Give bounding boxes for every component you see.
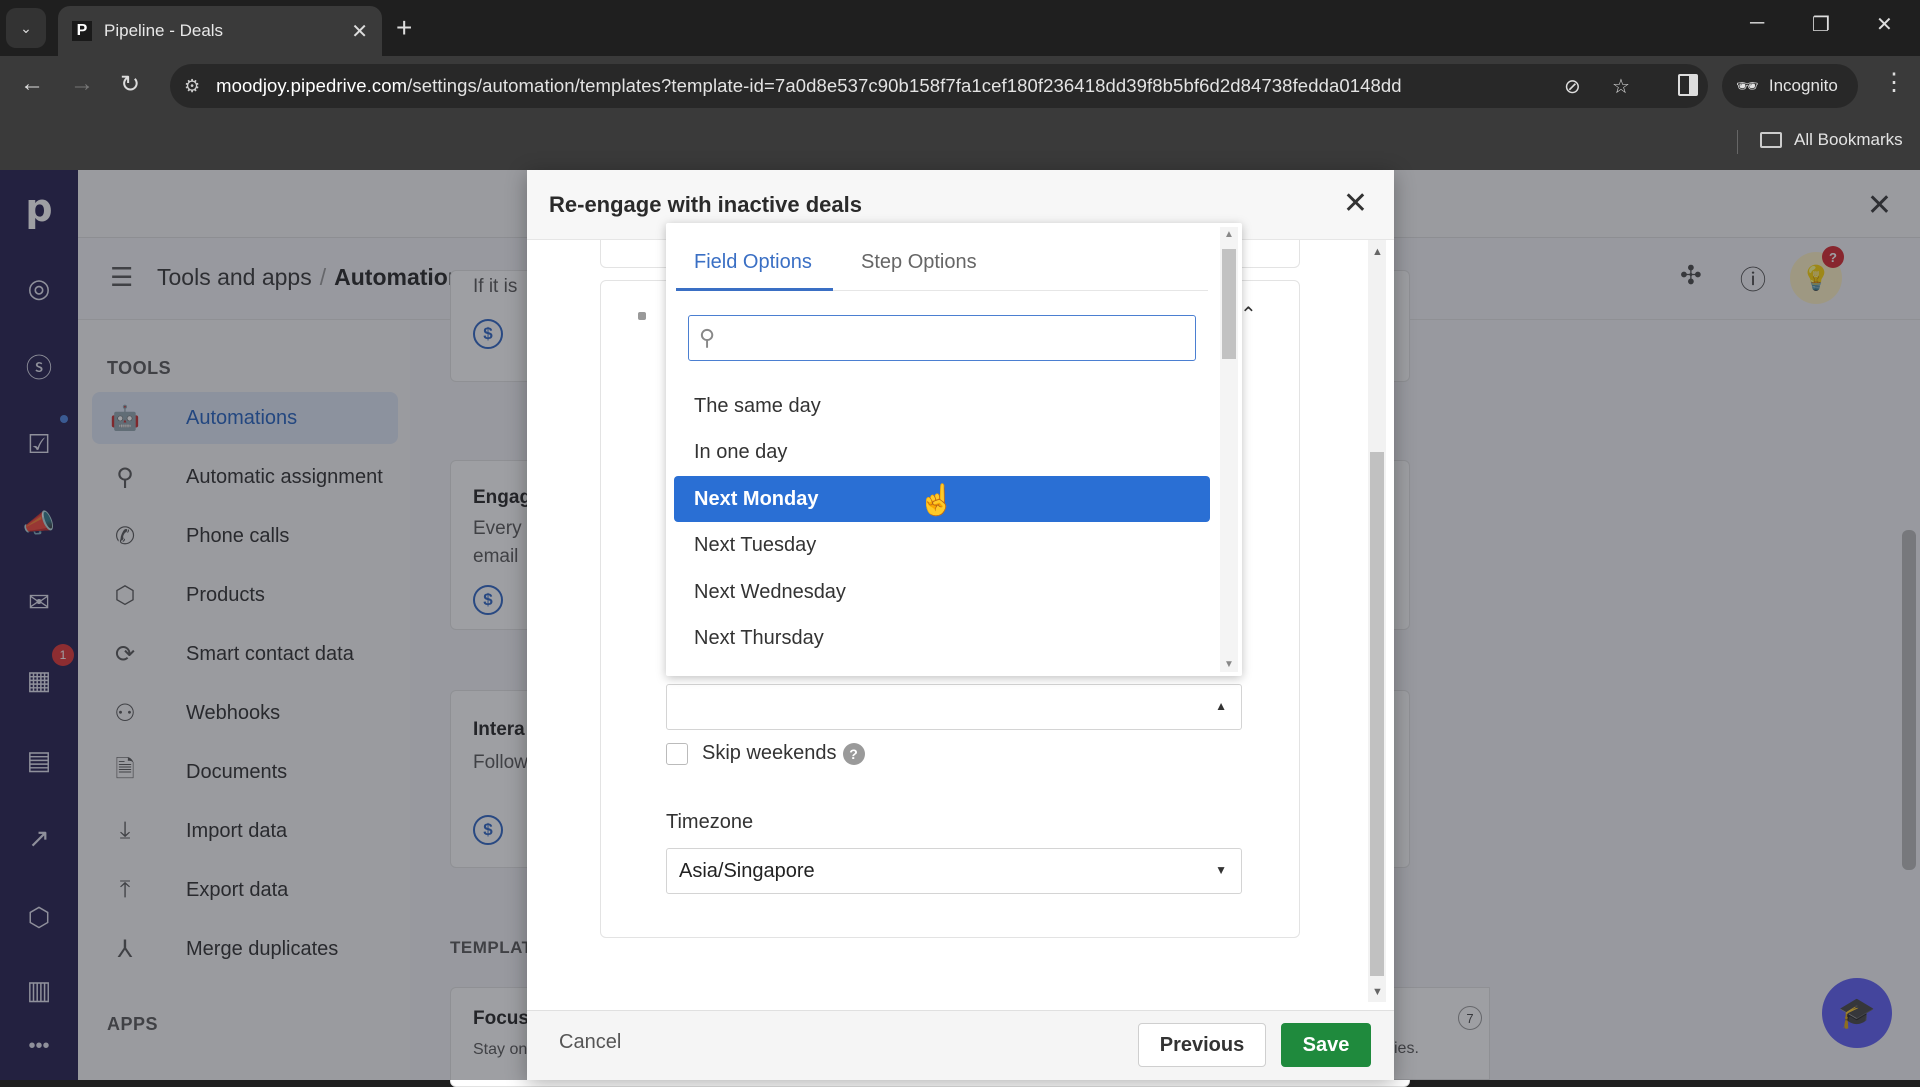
url-text: moodjoy.pipedrive.com/settings/automatio… — [216, 75, 1402, 96]
modal-title: Re-engage with inactive deals — [549, 192, 862, 217]
previous-button[interactable]: Previous — [1138, 1023, 1266, 1067]
option-next-wednesday[interactable]: Next Wednesday — [674, 569, 1210, 615]
scrollbar-thumb[interactable] — [1222, 249, 1236, 359]
pipedrive-favicon-icon: P — [72, 21, 92, 41]
collapse-chevron-up-icon[interactable]: ⌃ — [1240, 302, 1257, 327]
tab-close-icon[interactable]: ✕ — [351, 19, 368, 44]
modal-footer: Cancel Previous Save — [527, 1010, 1394, 1080]
due-date-dropdown: Field Options Step Options ⚲ The same da… — [666, 223, 1242, 676]
save-button[interactable]: Save — [1281, 1023, 1371, 1067]
scroll-up-arrow-icon[interactable]: ▲ — [1372, 246, 1383, 258]
caret-down-icon: ▼ — [1215, 863, 1227, 877]
back-icon[interactable]: ← — [20, 70, 44, 98]
timezone-select[interactable]: Asia/Singapore ▼ — [666, 848, 1242, 894]
option-next-tuesday[interactable]: Next Tuesday — [674, 522, 1210, 568]
caret-up-icon: ▲ — [1215, 699, 1227, 713]
eye-off-icon[interactable]: ⊘ — [1564, 74, 1581, 99]
scroll-down-arrow-icon[interactable]: ▼ — [1224, 659, 1234, 670]
browser-tabstrip: ⌄ P Pipeline - Deals ✕ + ─ ❐ ✕ — [0, 0, 1920, 56]
new-tab-icon[interactable]: + — [396, 12, 412, 44]
browser-toolbar: ← → ↻ ⚙ moodjoy.pipedrive.com/settings/a… — [0, 56, 1920, 116]
dropdown-tabs: Field Options Step Options — [676, 223, 1208, 291]
minimize-icon[interactable]: ─ — [1750, 12, 1764, 35]
due-date-select[interactable]: ▲ — [666, 684, 1242, 730]
timezone-value: Asia/Singapore — [679, 859, 815, 882]
tab-step-options[interactable]: Step Options — [861, 251, 977, 274]
window-close-icon[interactable]: ✕ — [1876, 12, 1893, 37]
bookmark-star-icon[interactable]: ☆ — [1612, 74, 1630, 99]
tab-field-options[interactable]: Field Options — [694, 251, 812, 274]
address-bar[interactable]: ⚙ moodjoy.pipedrive.com/settings/automat… — [170, 64, 1708, 108]
help-question-icon[interactable]: ? — [842, 742, 865, 765]
chevron-down-icon: ⌄ — [20, 19, 32, 36]
folder-icon — [1760, 132, 1782, 148]
incognito-icon: 🕶 — [1736, 75, 1759, 96]
side-panel-icon[interactable] — [1678, 74, 1698, 96]
browser-tab-active[interactable]: P Pipeline - Deals ✕ — [58, 6, 382, 56]
active-tab-indicator — [676, 288, 833, 291]
incognito-badge[interactable]: 🕶 Incognito — [1722, 64, 1858, 108]
close-icon[interactable]: ✕ — [1343, 186, 1368, 221]
scroll-down-arrow-icon[interactable]: ▼ — [1372, 986, 1383, 998]
restore-icon[interactable]: ❐ — [1812, 12, 1830, 37]
incognito-label: Incognito — [1768, 76, 1838, 95]
option-the-same-day[interactable]: The same day — [674, 383, 1210, 429]
divider — [1737, 130, 1738, 154]
skip-weekends-label[interactable]: Skip weekends — [702, 742, 837, 765]
forward-icon[interactable]: → — [70, 70, 94, 98]
all-bookmarks-button[interactable]: All Bookmarks — [1760, 130, 1903, 150]
cancel-button[interactable]: Cancel — [559, 1031, 621, 1054]
reload-icon[interactable]: ↻ — [120, 70, 140, 99]
skip-weekends-row: Skip weekends ? — [666, 742, 865, 765]
search-icon: ⚲ — [699, 325, 716, 350]
step-bullet — [638, 312, 646, 320]
scrollbar-thumb[interactable] — [1370, 452, 1384, 976]
hand-pointer-cursor-icon: ☝ — [918, 484, 956, 517]
skip-weekends-checkbox[interactable] — [666, 742, 688, 765]
option-next-thursday[interactable]: Next Thursday — [674, 615, 1210, 661]
timezone-label: Timezone — [666, 811, 754, 833]
dropdown-scrollbar[interactable]: ▲ ▼ — [1220, 227, 1238, 672]
modal-scrollbar[interactable]: ▲ ▼ — [1368, 240, 1386, 1002]
all-bookmarks-label: All Bookmarks — [1794, 130, 1903, 149]
site-settings-icon[interactable]: ⚙ — [184, 76, 200, 97]
tab-title: Pipeline - Deals — [104, 21, 224, 40]
browser-menu-icon[interactable]: ⋮ — [1882, 68, 1906, 97]
scroll-up-arrow-icon[interactable]: ▲ — [1224, 229, 1234, 240]
dropdown-search-input[interactable]: ⚲ — [688, 315, 1196, 361]
tab-search-button[interactable]: ⌄ — [6, 8, 46, 48]
option-in-one-day[interactable]: In one day — [674, 429, 1210, 475]
bookmarks-bar: All Bookmarks — [0, 116, 1920, 170]
